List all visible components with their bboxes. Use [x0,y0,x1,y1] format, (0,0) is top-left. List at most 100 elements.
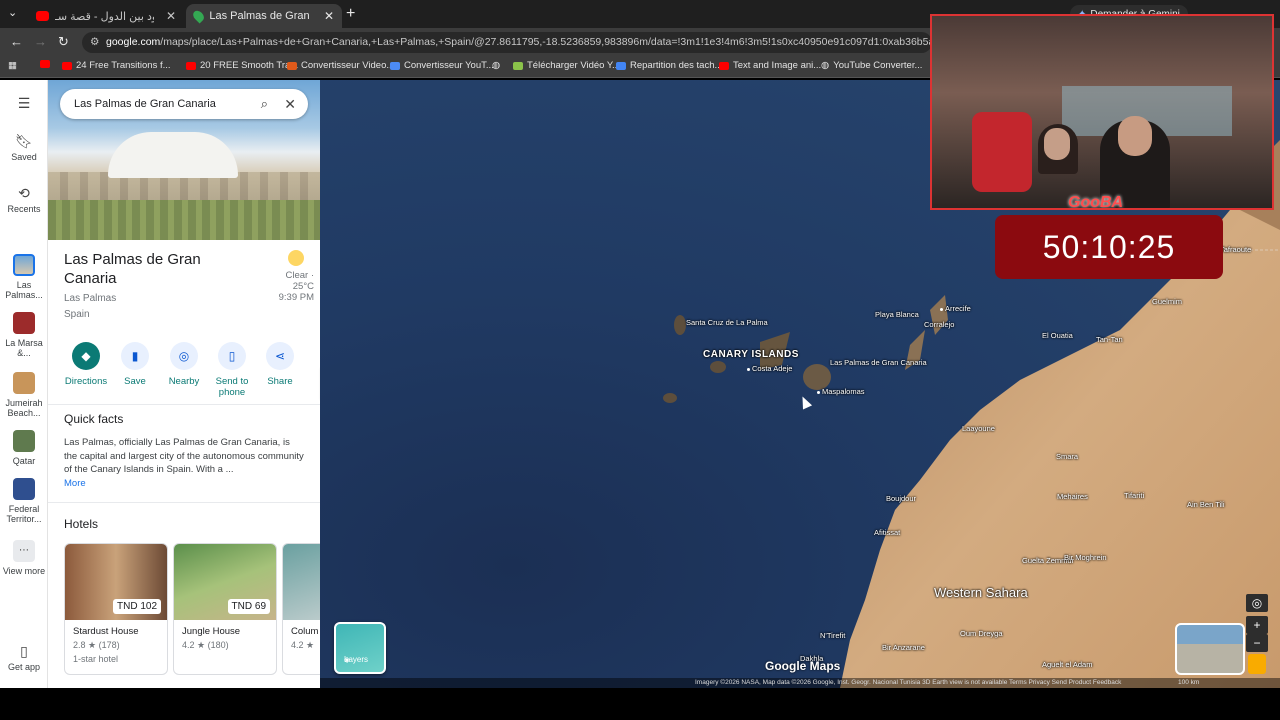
action-label: Nearby [168,376,200,387]
bookmark-5[interactable]: Repartition des tach... [616,60,722,71]
bookmark-label: 24 Free Transitions f... [76,60,171,71]
hotel-photo [283,544,320,620]
reload-icon[interactable]: ↻ [58,34,69,50]
search-input[interactable]: Las Palmas de Gran Canaria [74,98,216,110]
layers-text: Layers [344,655,369,664]
search-box[interactable]: Las Palmas de Gran Canaria ⌕ ✕ [60,89,308,119]
menu-button[interactable]: ☰ [0,95,48,114]
recent-place-0[interactable]: Las Palmas... [0,254,48,300]
bookmark-label: 20 FREE Smooth Tra... [200,60,299,71]
label-tan-tan: Tan-Tan [1096,335,1123,344]
attribution-text: Imagery ©2026 NASA, Map data ©2026 Googl… [695,679,1122,686]
stream-timer: 50:10:25 [995,215,1223,279]
close-icon[interactable]: ✕ [284,89,296,119]
forward-icon[interactable]: → [34,34,47,49]
bookmark-label: Télécharger Vidéo Y... [527,60,620,71]
rail-label: View more [2,566,46,576]
hotel-card[interactable]: TND 69 Jungle House 4.2 ★ (180) [173,543,277,675]
send-to-phone-button[interactable]: ▯ Send to phone [206,342,258,398]
directions-icon: ◆ [72,342,100,370]
maps-icon [191,8,207,24]
youtube-icon [186,61,196,70]
save-button[interactable]: ▮ Save [109,342,161,387]
site-info-icon[interactable]: ⚙ [90,32,99,53]
recent-place-1[interactable]: La Marsa &... [0,312,48,358]
recent-place-4[interactable]: Federal Territor... [0,478,48,524]
nearby-button[interactable]: ◎ Nearby [158,342,210,387]
layers-button[interactable]: ◈ Layers [334,622,386,674]
attribution-bar: Imagery ©2026 NASA, Map data ©2026 Googl… [320,678,1280,688]
pegman-icon[interactable] [1248,654,1266,674]
photo-vegetation [48,200,320,240]
bookmark-1[interactable]: 20 FREE Smooth Tra... [186,60,298,71]
recent-place-2[interactable]: Jumeirah Beach... [0,372,48,418]
island-lanzarote [930,295,948,335]
bookmark-6[interactable]: Text and Image ani... [719,60,821,71]
tab-title: Las Palmas de Gran Canaria - G [209,10,312,22]
bookmark-globe[interactable]: ◍ [492,60,500,71]
place-thumbnail [13,312,35,334]
hotel-card[interactable]: Colum 4.2 ★ [282,543,320,675]
close-tab-icon[interactable]: ✕ [324,9,334,23]
my-location-button[interactable]: ◎ [1246,594,1268,612]
place-country: Spain [64,309,90,320]
get-app-button[interactable]: ▯ Get app [0,644,48,672]
zoom-out-button[interactable]: − [1246,634,1268,652]
recents-button[interactable]: ⟲ Recents [0,185,48,214]
tab-list-icon[interactable]: ⌄ [8,6,17,19]
apps-icon[interactable]: ▦ [8,60,17,71]
label-text: Arrecife [945,304,971,313]
youtube-icon [36,11,49,21]
recent-place-3[interactable]: Qatar [0,430,48,466]
saved-button[interactable]: 🔖︎ Saved [0,134,48,162]
more-link[interactable]: More [64,478,86,489]
bookmark-label: Text and Image ani... [733,60,822,71]
location-icon: ◎ [1251,596,1263,610]
hotel-photo: TND 69 [174,544,276,620]
tab-youtube[interactable]: أغرب الحدود بين الدول - قصة سـ ✕ [28,4,184,28]
plus-icon: + [1253,618,1261,632]
view-more-button[interactable]: ⋯ View more [0,540,48,576]
quick-facts-text: Las Palmas, officially Las Palmas de Gra… [64,437,304,475]
bookmark-4[interactable]: Télécharger Vidéo Y... [513,60,620,71]
label-aguelt: Aguelt el Adam [1042,660,1093,669]
google-maps-logo: Google Maps [765,659,841,673]
label-text: Costa Adeje [752,364,793,373]
bookmark-3[interactable]: Convertisseur YouT... [390,60,494,71]
hamburger-icon: ☰ [17,95,31,111]
more-icon: ⋯ [13,540,35,562]
bookmark-youtube[interactable] [40,60,50,68]
hotels-title: Hotels [64,517,99,531]
directions-button[interactable]: ◆ Directions [60,342,112,387]
back-icon[interactable]: ← [10,34,23,49]
hotel-card[interactable]: TND 102 Stardust House 2.8 ★ (178) 1-sta… [64,543,168,675]
zoom-in-button[interactable]: + [1246,616,1268,634]
weather-widget: Clear · 25°C 9:39 PM [258,250,314,303]
sun-icon [288,250,304,266]
history-icon: ⟲ [18,185,30,201]
close-tab-icon[interactable]: ✕ [166,9,176,23]
street-view-preview[interactable] [1175,623,1245,675]
label-el-ouatia: El Ouatia [1042,331,1073,340]
divider [48,502,320,503]
tab-maps[interactable]: Las Palmas de Gran Canaria - G ✕ [186,4,342,28]
island-la-palma [674,315,686,335]
webcam-chair [972,112,1032,192]
share-button[interactable]: ⋖ Share [254,342,306,387]
action-label: Share [267,376,293,387]
rail-label: Las Palmas... [5,280,43,300]
bookmark-2[interactable]: Convertisseur Video... [287,60,394,71]
phone-icon: ▯ [218,342,246,370]
divider [48,404,320,405]
bookmark-7[interactable]: ◍ YouTube Converter... [821,60,922,71]
hotel-price: TND 69 [227,599,270,614]
rail-label: Saved [11,152,37,162]
bookmark-0[interactable]: 24 Free Transitions f... [62,60,171,71]
search-icon[interactable]: ⌕ [261,89,268,119]
globe-icon: ◍ [492,60,501,71]
action-buttons: ◆ Directions ▮ Save ◎ Nearby ▯ Send to phone… [58,342,314,402]
url-field[interactable]: ⚙ google.com/maps/place/Las+Palmas+de+Gr… [82,32,932,53]
hotel-class: 1-star hotel [73,654,119,664]
new-tab-icon[interactable]: + [346,5,355,23]
island-el-hierro [663,393,677,403]
